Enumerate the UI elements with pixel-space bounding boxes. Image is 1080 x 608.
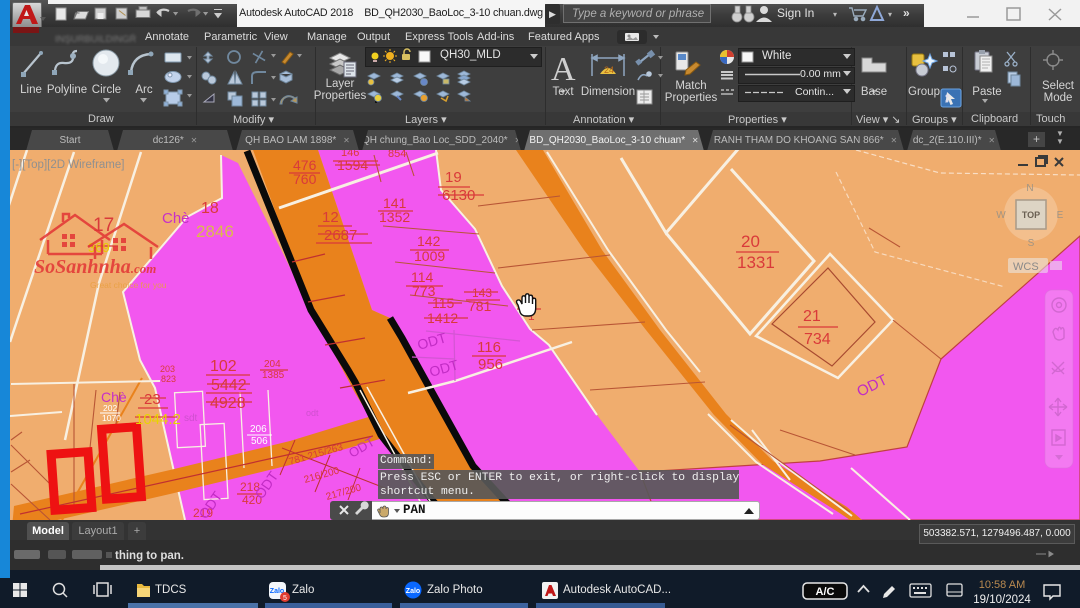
svg-text:506: 506 (251, 436, 268, 447)
svg-text:Chè: Chè (162, 210, 190, 227)
svg-text:206: 206 (250, 424, 267, 435)
svg-text:N: N (1026, 183, 1033, 194)
svg-text:102: 102 (210, 358, 237, 375)
svg-text:19/10/2024: 19/10/2024 (973, 594, 1031, 606)
svg-text:1385: 1385 (262, 370, 285, 381)
svg-text:2687: 2687 (324, 227, 357, 244)
svg-text:203: 203 (160, 364, 175, 374)
svg-text:1331: 1331 (737, 253, 775, 272)
svg-text:[-][Top][2D Wireframe]: [-][Top][2D Wireframe] (12, 159, 124, 171)
svg-text:WCS: WCS (1013, 261, 1039, 273)
svg-text:A: A (551, 51, 576, 88)
svg-text:24: 24 (604, 65, 614, 75)
svg-text:19: 19 (445, 169, 462, 186)
svg-text:146: 146 (341, 150, 359, 159)
svg-text:A/C: A/C (816, 586, 835, 598)
svg-text:23: 23 (144, 391, 161, 408)
svg-text:1044.2: 1044.2 (135, 411, 181, 428)
svg-text:2846: 2846 (196, 222, 234, 241)
svg-text:S: S (1028, 238, 1035, 249)
svg-text:5: 5 (283, 595, 287, 602)
svg-text:21: 21 (803, 308, 821, 325)
svg-text:5442: 5442 (211, 377, 247, 394)
svg-text:W: W (996, 210, 1006, 221)
svg-text:854: 854 (388, 150, 406, 160)
svg-text:20: 20 (741, 232, 760, 251)
svg-text:18: 18 (201, 200, 219, 217)
svg-text:sdt: sdt (184, 413, 198, 424)
svg-text:204: 204 (264, 359, 281, 370)
svg-text:734: 734 (804, 331, 831, 348)
svg-text:116: 116 (477, 339, 501, 356)
svg-text:Zalo: Zalo (406, 588, 420, 595)
svg-text:823: 823 (161, 374, 176, 384)
svg-text:TOP: TOP (1022, 210, 1040, 220)
svg-text:1070: 1070 (102, 413, 121, 423)
svg-text:956: 956 (478, 356, 503, 373)
svg-text:Great choice for you: Great choice for you (90, 280, 167, 290)
svg-text:142: 142 (417, 233, 441, 249)
svg-text:12: 12 (322, 209, 339, 226)
svg-text:202: 202 (103, 403, 117, 413)
svg-text:10:58 AM: 10:58 AM (979, 579, 1025, 591)
svg-text:4928: 4928 (210, 395, 246, 412)
svg-text:E: E (1057, 210, 1064, 221)
svg-text:odt: odt (306, 408, 319, 418)
